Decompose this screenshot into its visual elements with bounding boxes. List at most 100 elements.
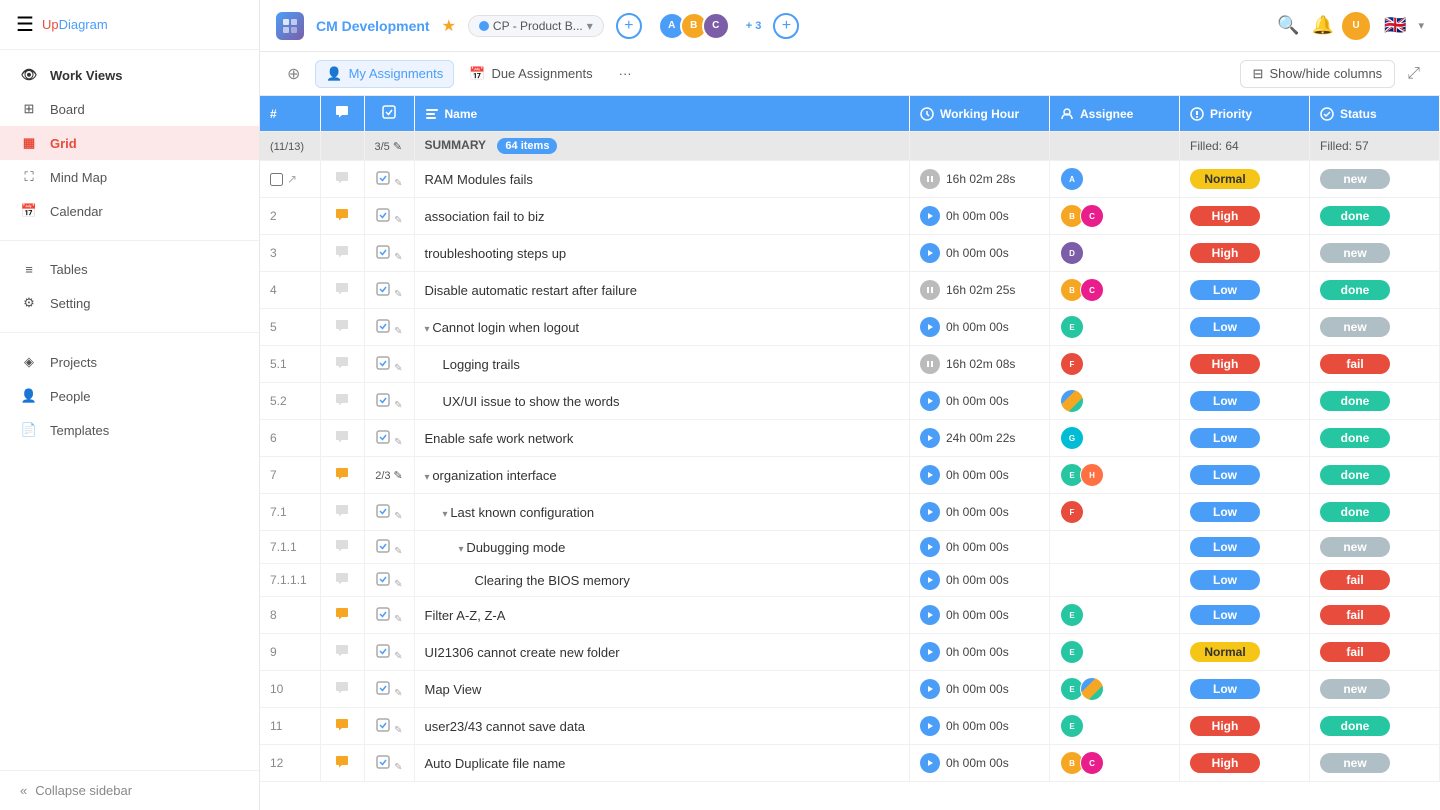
table-row[interactable]: 72/3 ✎▾ organization interface0h 00m 00s… xyxy=(260,457,1440,494)
cell-chat[interactable] xyxy=(320,235,364,272)
play-pause-button[interactable] xyxy=(920,716,940,736)
search-icon[interactable]: 🔍 xyxy=(1277,15,1299,36)
cell-status[interactable]: fail xyxy=(1310,564,1440,597)
cell-chat[interactable] xyxy=(320,597,364,634)
table-row[interactable]: 8 ✎Filter A-Z, Z-A0h 00m 00sELowfail xyxy=(260,597,1440,634)
cell-chat[interactable] xyxy=(320,671,364,708)
cell-status[interactable]: new xyxy=(1310,745,1440,782)
cell-check[interactable]: ✎ xyxy=(364,198,414,235)
table-row[interactable]: 4 ✎Disable automatic restart after failu… xyxy=(260,272,1440,309)
cell-check[interactable]: ✎ xyxy=(364,161,414,198)
user-avatar[interactable]: U xyxy=(1340,10,1372,42)
cell-priority[interactable]: High xyxy=(1180,198,1310,235)
cell-check[interactable]: ✎ xyxy=(364,634,414,671)
cell-check[interactable]: ✎ xyxy=(364,671,414,708)
cell-check[interactable]: ✎ xyxy=(364,531,414,564)
cell-chat[interactable] xyxy=(320,272,364,309)
cell-status[interactable]: done xyxy=(1310,708,1440,745)
cell-chat[interactable] xyxy=(320,494,364,531)
table-row[interactable]: 7.1.1.1 ✎Clearing the BIOS memory0h 00m … xyxy=(260,564,1440,597)
col-header-check[interactable] xyxy=(364,96,414,132)
table-row[interactable]: ↗ ✎RAM Modules fails16h 02m 28sANormalne… xyxy=(260,161,1440,198)
cell-priority[interactable]: Low xyxy=(1180,309,1310,346)
table-row[interactable]: 3 ✎troubleshooting steps up0h 00m 00sDHi… xyxy=(260,235,1440,272)
add-status-button[interactable]: + xyxy=(616,13,642,39)
collapse-sidebar-button[interactable]: « Collapse sidebar xyxy=(0,770,259,810)
play-pause-button[interactable] xyxy=(920,391,940,411)
cell-chat[interactable] xyxy=(320,708,364,745)
cell-priority[interactable]: Low xyxy=(1180,671,1310,708)
cell-check[interactable]: ✎ xyxy=(364,708,414,745)
cell-priority[interactable]: Low xyxy=(1180,531,1310,564)
cell-priority[interactable]: High xyxy=(1180,346,1310,383)
cell-chat[interactable] xyxy=(320,383,364,420)
cell-chat[interactable] xyxy=(320,420,364,457)
sidebar-item-grid[interactable]: ▦ Grid xyxy=(0,126,259,160)
play-pause-button[interactable] xyxy=(920,354,940,374)
sidebar-item-setting[interactable]: ⚙ Setting xyxy=(0,286,259,320)
table-row[interactable]: 10 ✎Map View0h 00m 00sELownew xyxy=(260,671,1440,708)
play-pause-button[interactable] xyxy=(920,537,940,557)
cell-status[interactable]: new xyxy=(1310,531,1440,564)
cell-priority[interactable]: Low xyxy=(1180,494,1310,531)
due-assignments-button[interactable]: 📅 Due Assignments xyxy=(458,60,603,88)
cell-check[interactable]: ✎ xyxy=(364,745,414,782)
cell-priority[interactable]: Low xyxy=(1180,383,1310,420)
col-header-name[interactable]: Name xyxy=(414,96,910,132)
play-pause-button[interactable] xyxy=(920,605,940,625)
table-row[interactable]: 7.1.1 ✎▾ Dubugging mode0h 00m 00sLownew xyxy=(260,531,1440,564)
play-pause-button[interactable] xyxy=(920,243,940,263)
cell-check[interactable]: ✎ xyxy=(364,597,414,634)
cell-chat[interactable] xyxy=(320,564,364,597)
cell-check[interactable]: ✎ xyxy=(364,494,414,531)
cell-chat[interactable] xyxy=(320,198,364,235)
cell-check[interactable]: ✎ xyxy=(364,383,414,420)
cell-check[interactable]: ✎ xyxy=(364,272,414,309)
table-row[interactable]: 7.1 ✎▾ Last known configuration0h 00m 00… xyxy=(260,494,1440,531)
cell-priority[interactable]: Normal xyxy=(1180,634,1310,671)
sidebar-item-people[interactable]: 👤 People xyxy=(0,379,259,413)
sidebar-item-calendar[interactable]: 📅 Calendar xyxy=(0,194,259,228)
cell-chat[interactable] xyxy=(320,531,364,564)
play-pause-button[interactable] xyxy=(920,570,940,590)
cell-status[interactable]: fail xyxy=(1310,634,1440,671)
play-pause-button[interactable] xyxy=(920,642,940,662)
cell-priority[interactable]: High xyxy=(1180,745,1310,782)
sidebar-item-board[interactable]: ⊞ Board xyxy=(0,92,259,126)
col-header-num[interactable]: # xyxy=(260,96,320,132)
col-header-working-hour[interactable]: Working Hour xyxy=(910,96,1050,132)
cell-check[interactable]: ✎ xyxy=(364,235,414,272)
language-flag-icon[interactable]: 🇬🇧 xyxy=(1384,15,1406,36)
col-header-status[interactable]: Status xyxy=(1310,96,1440,132)
cell-priority[interactable]: Low xyxy=(1180,420,1310,457)
play-pause-button[interactable] xyxy=(920,502,940,522)
cell-status[interactable]: new xyxy=(1310,161,1440,198)
cell-priority[interactable]: High xyxy=(1180,708,1310,745)
cell-status[interactable]: fail xyxy=(1310,597,1440,634)
play-pause-button[interactable] xyxy=(920,206,940,226)
cell-status[interactable]: done xyxy=(1310,420,1440,457)
cell-status[interactable]: new xyxy=(1310,309,1440,346)
col-header-chat[interactable] xyxy=(320,96,364,132)
play-pause-button[interactable] xyxy=(920,317,940,337)
cell-check[interactable]: ✎ xyxy=(364,346,414,383)
sidebar-item-tables[interactable]: ≡ Tables xyxy=(0,253,259,286)
cell-chat[interactable] xyxy=(320,346,364,383)
table-row[interactable]: 11 ✎user23/43 cannot save data0h 00m 00s… xyxy=(260,708,1440,745)
show-hide-columns-button[interactable]: ⊟ Show/hide columns xyxy=(1240,60,1396,88)
sidebar-item-work-views[interactable]: 👁 Work Views xyxy=(0,58,259,92)
data-table-container[interactable]: # Name xyxy=(260,96,1440,810)
table-row[interactable]: 6 ✎Enable safe work network24h 00m 22sGL… xyxy=(260,420,1440,457)
table-row[interactable]: 5.2 ✎UX/UI issue to show the words0h 00m… xyxy=(260,383,1440,420)
play-pause-button[interactable] xyxy=(920,169,940,189)
cell-priority[interactable]: Low xyxy=(1180,564,1310,597)
cell-status[interactable]: new xyxy=(1310,235,1440,272)
table-row[interactable]: 2 ✎association fail to biz0h 00m 00sBCHi… xyxy=(260,198,1440,235)
cell-priority[interactable]: Low xyxy=(1180,597,1310,634)
cell-status[interactable]: done xyxy=(1310,198,1440,235)
project-status-tag[interactable]: CP - Product B... ▾ xyxy=(468,15,604,37)
external-link-icon[interactable]: ↗ xyxy=(287,172,297,186)
cell-chat[interactable] xyxy=(320,309,364,346)
table-row[interactable]: 12 ✎Auto Duplicate file name0h 00m 00sBC… xyxy=(260,745,1440,782)
cell-status[interactable]: fail xyxy=(1310,346,1440,383)
